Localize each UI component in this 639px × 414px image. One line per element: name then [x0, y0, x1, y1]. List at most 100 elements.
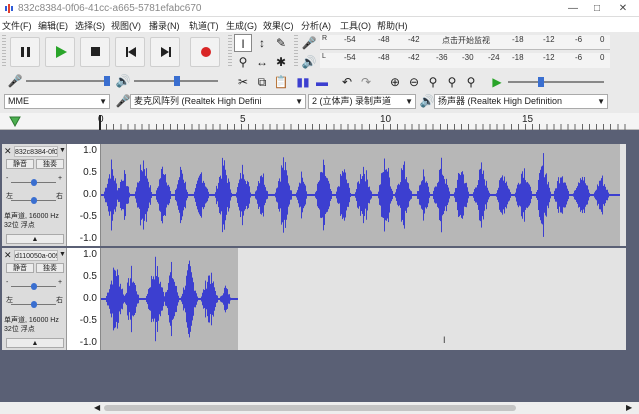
skip-to-start-button[interactable]	[115, 37, 145, 67]
amplitude-label: 1.0	[83, 249, 97, 260]
track-menu-arrow-icon[interactable]: ▼	[59, 147, 66, 154]
silence-icon[interactable]: ▬	[313, 73, 331, 91]
amplitude-label: -1.0	[79, 337, 97, 348]
track-name-menu[interactable]: d110050a-009	[14, 250, 58, 261]
track-waveform-area[interactable]	[101, 144, 626, 246]
menu-tracks[interactable]: 轨道(T)	[189, 19, 219, 32]
track-waveform-area[interactable]: I	[101, 248, 626, 350]
zoom-out-icon[interactable]: ⊖	[405, 73, 423, 91]
play-meter-channel: L	[322, 53, 326, 60]
meter-grip[interactable]	[294, 35, 298, 68]
gain-slider[interactable]	[11, 283, 56, 290]
timeshift-tool-icon[interactable]: ↔	[253, 53, 271, 71]
microphone-icon[interactable]: 🎤	[300, 34, 318, 52]
fit-selection-icon[interactable]: ⚲	[424, 73, 442, 91]
pause-button[interactable]	[10, 37, 40, 67]
menu-tools[interactable]: 工具(O)	[340, 19, 371, 32]
menu-help[interactable]: 帮助(H)	[377, 19, 408, 32]
stop-button[interactable]	[80, 37, 110, 67]
envelope-tool-icon[interactable]: ↕	[253, 34, 271, 52]
timeline-ruler[interactable]: 0 5 10 15	[0, 113, 639, 130]
recording-device-select[interactable]: 麦克风阵列 (Realtek High Defini ▼	[130, 94, 306, 109]
zoom-in-icon[interactable]: ⊕	[386, 73, 404, 91]
gain-slider[interactable]	[11, 179, 56, 186]
track-control-panel[interactable]: ✕ d110050a-009 ▼ 静音 独奏 - + 左 右 单声道, 1600…	[2, 248, 67, 350]
minimize-icon[interactable]: —	[561, 0, 585, 17]
menu-edit[interactable]: 编辑(E)	[38, 19, 68, 32]
mute-button[interactable]: 静音	[6, 263, 34, 273]
selection-tool-icon[interactable]: I	[234, 34, 252, 52]
timeline-play-head-icon[interactable]	[9, 115, 21, 129]
scrollbar-thumb[interactable]	[104, 405, 516, 411]
tools-grip[interactable]	[228, 35, 232, 68]
meter-monitor-hint[interactable]: 点击开始监视	[442, 35, 490, 46]
track-close-icon[interactable]: ✕	[4, 146, 12, 157]
play-speed-slider[interactable]	[508, 77, 604, 87]
slider-thumb[interactable]	[31, 283, 37, 290]
slider-thumb[interactable]	[31, 197, 37, 204]
rec-tick: -54	[344, 35, 356, 44]
menu-analyze[interactable]: 分析(A)	[301, 19, 331, 32]
maximize-icon[interactable]: □	[585, 0, 609, 17]
draw-tool-icon[interactable]: ✎	[272, 34, 290, 52]
cut-icon[interactable]: ✂	[234, 73, 252, 91]
scroll-right-icon[interactable]: ▶	[626, 403, 632, 412]
track-name-menu[interactable]: 832c8384-0f0	[14, 146, 58, 157]
playback-volume-slider[interactable]	[134, 76, 218, 86]
waveform	[101, 256, 238, 342]
menu-effect[interactable]: 效果(C)	[263, 19, 294, 32]
play-at-speed-icon[interactable]: ▶	[488, 73, 506, 91]
audio-clip[interactable]	[101, 144, 620, 246]
recording-volume-slider[interactable]	[26, 76, 110, 86]
horizontal-scrollbar[interactable]: ◀ ▶	[0, 402, 639, 414]
slider-thumb[interactable]	[31, 301, 37, 308]
collapse-track-button[interactable]: ▲	[6, 234, 64, 244]
menu-select[interactable]: 选择(S)	[75, 19, 105, 32]
play-tick: -24	[488, 53, 500, 62]
audio-track[interactable]: ✕ d110050a-009 ▼ 静音 独奏 - + 左 右 单声道, 1600…	[2, 248, 626, 350]
paste-icon[interactable]: 📋	[272, 73, 290, 91]
audio-host-select[interactable]: MME ▼	[4, 94, 110, 109]
scroll-left-icon[interactable]: ◀	[94, 403, 100, 412]
slider-thumb[interactable]	[104, 76, 110, 86]
solo-button[interactable]: 独奏	[36, 263, 64, 273]
menu-file[interactable]: 文件(F)	[2, 19, 32, 32]
pan-slider[interactable]	[11, 197, 56, 204]
playback-meter[interactable]: L -54 -48 -42 -36 -30 -24 -18 -12 -6 0	[320, 53, 610, 68]
solo-button[interactable]: 独奏	[36, 159, 64, 169]
tracks-panel[interactable]: ✕ 832c8384-0f0 ▼ 静音 独奏 - + 左 右 单声道, 1600…	[0, 130, 639, 402]
audio-track[interactable]: ✕ 832c8384-0f0 ▼ 静音 独奏 - + 左 右 单声道, 1600…	[2, 144, 626, 246]
recording-channels-select[interactable]: 2 (立体声) 录制声道 ▼	[308, 94, 416, 109]
menu-transport[interactable]: 播录(N)	[149, 19, 180, 32]
record-icon	[201, 47, 211, 57]
mute-button[interactable]: 静音	[6, 159, 34, 169]
skip-to-end-button[interactable]	[150, 37, 180, 67]
speaker-icon[interactable]: 🔊	[300, 53, 318, 71]
menu-view[interactable]: 视图(V)	[111, 19, 141, 32]
toolbar-grip[interactable]	[2, 35, 6, 68]
gain-minus-label: -	[6, 279, 9, 286]
menu-generate[interactable]: 生成(G)	[226, 19, 257, 32]
slider-thumb[interactable]	[174, 76, 180, 86]
slider-thumb[interactable]	[31, 179, 37, 186]
redo-icon[interactable]: ↷	[357, 73, 375, 91]
fit-project-icon[interactable]: ⚲	[443, 73, 461, 91]
close-icon[interactable]: ✕	[611, 0, 635, 17]
slider-thumb[interactable]	[538, 77, 544, 87]
track-control-panel[interactable]: ✕ 832c8384-0f0 ▼ 静音 独奏 - + 左 右 单声道, 1600…	[2, 144, 67, 246]
collapse-track-button[interactable]: ▲	[6, 338, 64, 348]
multi-tool-icon[interactable]: ✱	[272, 53, 290, 71]
play-button[interactable]	[45, 37, 75, 67]
zoom-toggle-icon[interactable]: ⚲	[462, 73, 480, 91]
pan-slider[interactable]	[11, 301, 56, 308]
zoom-tool-icon[interactable]: ⚲	[234, 53, 252, 71]
track-menu-arrow-icon[interactable]: ▼	[59, 251, 66, 258]
undo-icon[interactable]: ↶	[338, 73, 356, 91]
record-button[interactable]	[190, 37, 220, 67]
audio-clip[interactable]	[101, 248, 238, 350]
track-close-icon[interactable]: ✕	[4, 250, 12, 261]
playback-device-select[interactable]: 扬声器 (Realtek High Definition ▼	[434, 94, 608, 109]
trim-icon[interactable]: ▮▮	[294, 73, 312, 91]
record-meter[interactable]: R -54 -48 -42 点击开始监视 -18 -12 -6 0	[320, 35, 610, 50]
copy-icon[interactable]: ⧉	[253, 73, 271, 91]
